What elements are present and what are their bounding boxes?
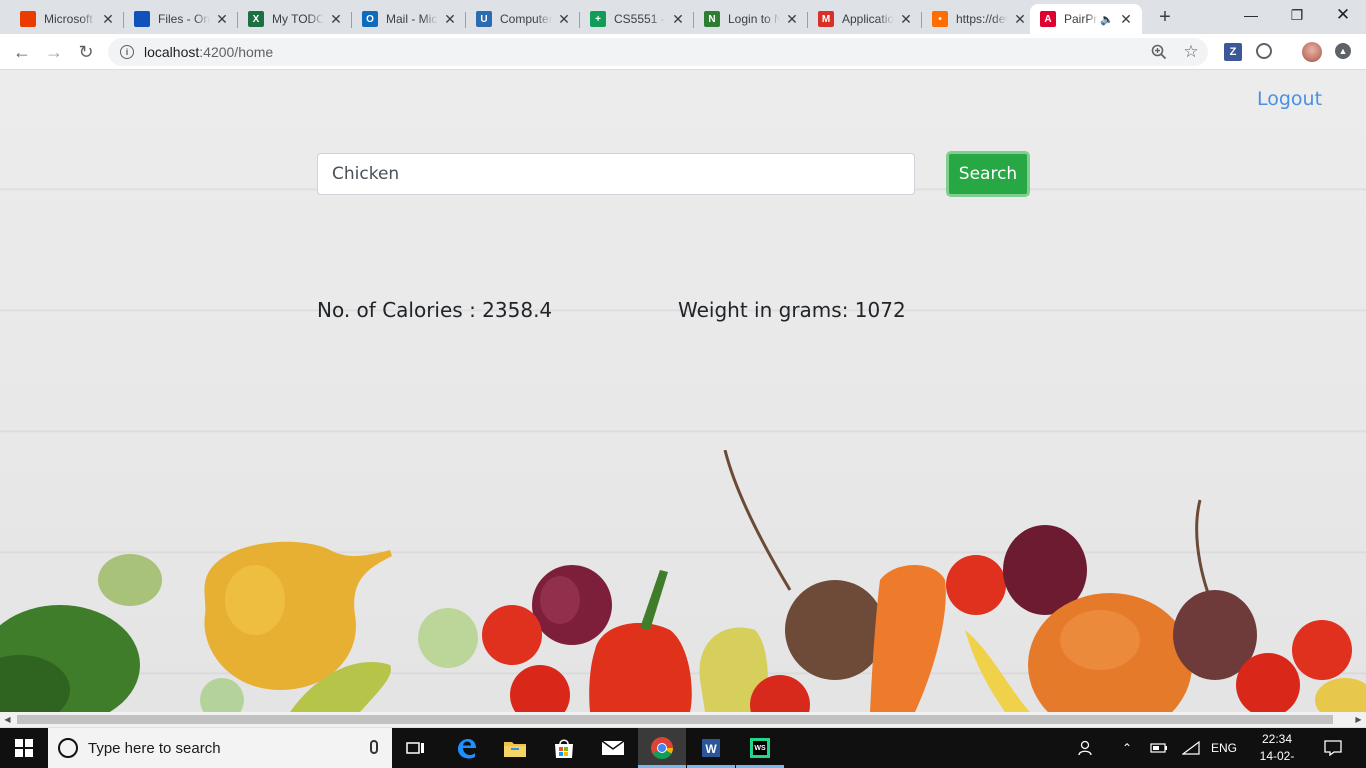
umkc-icon: U [476,11,492,27]
page-content: Logout Search No. of Calories : 2358.4 W… [0,70,1366,712]
clock-time: 22:34 [1261,732,1293,746]
browser-tab-label: My TODO [272,12,324,26]
forward-button[interactable]: → [40,38,68,66]
browser-tab-label: https://developer [956,12,1008,26]
back-button[interactable]: ← [8,38,36,66]
browser-tab[interactable]: M Application - Gmail ✕ [808,4,922,34]
edge-browser-icon[interactable] [442,728,490,768]
update-icon[interactable]: ▲ [1335,43,1351,59]
taskbar-search-placeholder: Type here to search [88,739,221,757]
browser-tab-label: PairProgramming [1064,12,1098,26]
bookmark-star-icon[interactable]: ☆ [1178,38,1204,66]
zoom-icon[interactable] [1146,38,1172,66]
windows-logo-icon [15,739,33,757]
close-tab-icon[interactable]: ✕ [784,11,800,27]
microphone-icon[interactable] [370,740,378,754]
browser-tab[interactable]: Files - OneDrive ✕ [124,4,238,34]
close-tab-icon[interactable]: ✕ [670,11,686,27]
close-tab-icon[interactable]: ✕ [1118,11,1134,27]
browser-tab[interactable]: X My TODO ✕ [238,4,352,34]
close-tab-icon[interactable]: ✕ [898,11,914,27]
extension-icon[interactable] [1256,43,1272,59]
browser-tab-label: Computer Science [500,12,552,26]
browser-tab-strip: Microsoft Office Home✕Files - OneDrive✕X… [0,0,1366,34]
calories-result: No. of Calories : 2358.4 [317,298,553,322]
close-tab-icon[interactable]: ✕ [1012,11,1028,27]
browser-tab[interactable]: O Mail - Microsoft Outlook ✕ [352,4,466,34]
nutritionix-icon: N [704,11,720,27]
close-tab-icon[interactable]: ✕ [556,11,572,27]
site-info-icon[interactable]: i [120,45,134,59]
onedrive-icon [134,11,150,27]
audio-playing-icon[interactable]: 🔈 [1100,13,1114,26]
search-button[interactable]: Search [946,151,1030,197]
weight-result: Weight in grams: 1072 [678,298,906,322]
battery-icon[interactable] [1148,728,1170,768]
system-clock[interactable]: 22:34 14-02-2019 [1248,731,1306,768]
close-tab-icon[interactable]: ✕ [214,11,230,27]
browser-tab[interactable]: A PairProgramming🔈 ✕ [1030,4,1142,34]
browser-tab[interactable]: + CS5551 - Sheets ✕ [580,4,694,34]
new-tab-button[interactable]: + [1154,6,1176,28]
browser-tab[interactable]: • https://developer ✕ [922,4,1036,34]
food-search-input[interactable] [317,153,915,195]
microsoft-store-icon[interactable] [540,728,588,768]
scroll-left-arrow-icon[interactable]: ◀ [0,712,15,727]
cortana-icon [58,738,78,758]
taskbar-search-box[interactable]: Type here to search [48,728,392,768]
logout-link[interactable]: Logout [1257,88,1322,110]
browser-tab[interactable]: Microsoft Office Home ✕ [10,4,124,34]
office-icon [20,11,36,27]
wifi-icon[interactable] [1180,728,1202,768]
scroll-right-arrow-icon[interactable]: ▶ [1351,712,1366,727]
url-path: :4200/home [199,44,274,60]
angular-icon: A [1040,11,1056,27]
browser-tab-label: Files - OneDrive [158,12,210,26]
address-bar[interactable]: i localhost:4200/home [108,38,1208,66]
browser-tab-label: Application - Gmail [842,12,894,26]
reload-button[interactable]: ↻ [72,38,100,66]
file-explorer-icon[interactable] [491,728,539,768]
task-view-icon[interactable] [392,728,440,768]
close-tab-icon[interactable]: ✕ [328,11,344,27]
minimize-button[interactable]: — [1228,0,1274,30]
outlook-icon: O [362,11,378,27]
language-indicator[interactable]: ENG [1208,728,1240,768]
close-tab-icon[interactable]: ✕ [100,11,116,27]
mail-app-icon[interactable] [589,728,637,768]
dots-icon: • [932,11,948,27]
excel-icon: X [248,11,264,27]
zotero-extension-icon[interactable]: Z [1224,43,1242,61]
close-window-button[interactable]: ✕ [1320,0,1366,30]
browser-toolbar: ← → ↻ i localhost:4200/home ☆ Z ▲ [0,34,1366,70]
people-icon[interactable] [1074,728,1100,768]
maximize-button[interactable]: ❐ [1274,0,1320,30]
word-taskbar-icon[interactable]: W [687,728,735,768]
url-host: localhost [144,44,200,60]
browser-tab-label: Login to Nutritionix [728,12,780,26]
chrome-taskbar-icon[interactable] [638,728,686,768]
scrollbar-thumb[interactable] [17,715,1333,724]
browser-tab-label: Microsoft Office Home [44,12,96,26]
browser-tab-label: Mail - Microsoft Outlook [386,12,438,26]
windows-start-button[interactable] [0,728,48,768]
show-hidden-icons-chevron-icon[interactable]: ⌃ [1116,728,1138,768]
svg-text:WS: WS [754,745,766,752]
browser-tab-label: CS5551 - Sheets [614,12,666,26]
vegetables-illustration [0,450,1366,712]
sheets-icon: + [590,11,606,27]
browser-tab[interactable]: U Computer Science ✕ [466,4,580,34]
notification-center-icon[interactable] [1318,728,1348,768]
svg-text:W: W [705,742,717,756]
webstorm-taskbar-icon[interactable]: WS [736,728,784,768]
clock-date: 14-02-2019 [1259,749,1295,768]
close-tab-icon[interactable]: ✕ [442,11,458,27]
horizontal-scrollbar[interactable]: ◀ ▶ [0,712,1366,727]
browser-tab[interactable]: N Login to Nutritionix ✕ [694,4,808,34]
profile-avatar[interactable] [1302,42,1322,62]
gmail-icon: M [818,11,834,27]
windows-taskbar: Type here to search W WS ⌃ ENG 22:34 14-… [0,728,1366,768]
